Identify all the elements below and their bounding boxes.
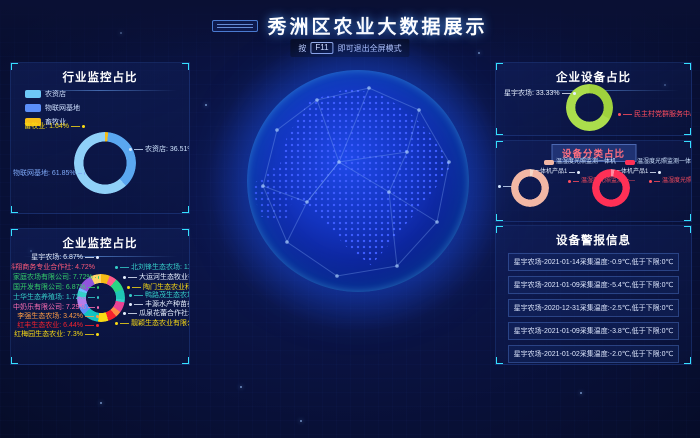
legend-label: 农资店 [45, 89, 66, 99]
chart-label: 瓜泉花蕾合作社: 15.02% [123, 309, 190, 318]
legend-swatch [25, 90, 41, 98]
panel-industry-ratio: 行业监控占比 农资店 物联网基地 畜牧业 畜牧业: 1.64% 农资店: 36.… [10, 62, 190, 214]
panel-title: 设备警报信息 [496, 226, 691, 248]
chart-label-monitor-right: 温湿度光照监测一— [649, 177, 692, 186]
star-dot [100, 402, 102, 404]
industry-donut-chart[interactable] [74, 132, 136, 194]
alarm-row: 星宇农场-2021-01-02采集温度:-2.0℃,低于下限:0℃ [508, 345, 679, 363]
star-dot [300, 420, 302, 422]
alarm-row: 星宇农场-2021-01-09采集温度:-5.4℃,低于下限:0℃ [508, 276, 679, 294]
legend-swatch [625, 160, 635, 165]
device-class-donut-right[interactable] [592, 169, 630, 207]
panel-device-class: 设备分类占比 温湿度光照监测一体机 一体机产品1 温湿度光照监测一— 温湿度光照… [495, 140, 692, 222]
legend-item-agri-store[interactable]: 农资店 [25, 89, 80, 99]
device-class-legend-left[interactable]: 温湿度光照监测一体机 [544, 158, 616, 167]
panel-title: 企业设备占比 [496, 63, 691, 85]
star-dot [240, 386, 242, 388]
chart-label: 家庭农场有限公司: 7.72% [13, 273, 99, 282]
star-dot [205, 104, 207, 106]
chart-label: 鸭路茂生态农场: 4.29% [129, 291, 190, 300]
chart-label: 星宇农场: 6.87% [13, 253, 99, 262]
alarm-row: 星宇农场-2021-01-14采集温度:-0.9℃,低于下限:0℃ [508, 253, 679, 271]
chart-label-livestock: 畜牧业: 1.64% [19, 122, 85, 131]
legend-swatch [25, 104, 41, 112]
panel-enterprise-ratio: 企业监控占比 星宇农场: 6.87% 科翔商务专业合作社: 4.72% 家庭农场… [10, 228, 190, 365]
globe-visualization [247, 70, 469, 292]
legend-label: 物联网基地 [45, 103, 80, 113]
chart-label-minzhu: 民主村党群服务中心 [618, 110, 692, 119]
leader-left-cut [498, 185, 512, 188]
device-class-legend-right[interactable]: 温湿度光照监测一体机 [625, 158, 692, 167]
chart-label: 国开发有限公司: 6.87% [13, 283, 99, 292]
star-dot [580, 392, 582, 394]
chart-label: 中奶乐有限公司: 7.29% [13, 303, 99, 312]
globe-network-mesh [247, 70, 469, 292]
dashboard: 秀洲区农业大数据展示 按 F11 即可退出全屏模式 [0, 0, 700, 438]
panel-device-alarms: 设备警报信息 星宇农场-2021-01-14采集温度:-0.9℃,低于下限:0℃… [495, 225, 692, 365]
chart-label: 红梅园生态农业: 7.3% [13, 330, 99, 339]
header-logo-icon [212, 20, 258, 32]
chart-label: 红丰生态农业: 6.44% [13, 321, 99, 330]
panel-device-ratio: 企业设备占比 星宇农场: 33.33% 民主村党群服务中心 [495, 62, 692, 136]
chart-label: 科翔商务专业合作社: 4.72% [13, 263, 99, 272]
legend-item-iot-base[interactable]: 物联网基地 [25, 103, 80, 113]
device-class-donut-left[interactable] [511, 169, 549, 207]
panel-title: 企业监控占比 [11, 229, 189, 251]
chart-label: 士华生态养殖场: 1.72% [13, 293, 99, 302]
chart-label: 靓颖生态农业有限公司: 6.87% [115, 319, 190, 328]
alarm-row: 星宇农场-2020-12-31采集温度:-2.5℃,低于下限:0℃ [508, 299, 679, 317]
chart-label-agri-store: 农资店: 36.51% [129, 145, 190, 154]
panel-title: 行业监控占比 [11, 63, 189, 85]
chart-label: 大运河生态牧业有限责任公 [123, 273, 190, 282]
alarm-row: 星宇农场-2021-01-09采集温度:-3.8℃,低于下限:0℃ [508, 322, 679, 340]
chart-label: 北刘锋生态农场: 11.16% [115, 263, 190, 272]
legend-swatch [544, 160, 554, 165]
chart-label: 李强生态农场: 3.42% [13, 312, 99, 321]
chart-label-iot-base: 物联网基地: 61.85% [13, 169, 85, 178]
chart-label: 丰源水产种苗养殖场: 1. [129, 300, 190, 309]
chart-label-xingyu: 星宇农场: 33.33% [504, 89, 576, 98]
